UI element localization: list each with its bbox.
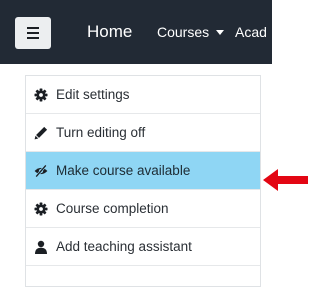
pencil-icon (34, 126, 48, 140)
menu-item-edit-settings[interactable]: Edit settings (26, 76, 260, 114)
nav-courses-dropdown[interactable]: Courses (157, 0, 225, 64)
menu-item-label: Turn editing off (56, 125, 146, 140)
top-navbar: Home Courses Acad (0, 0, 272, 64)
menu-item-label: Make course available (56, 163, 191, 178)
user-icon (35, 240, 47, 254)
menu-item-add-teaching-assistant[interactable]: Add teaching assistant (26, 228, 260, 266)
menu-toggle-button[interactable] (15, 17, 51, 49)
nav-home-link[interactable]: Home (87, 0, 132, 64)
menu-item-turn-editing-off[interactable]: Turn editing off (26, 114, 260, 152)
gear-icon (34, 202, 48, 216)
hamburger-icon (27, 27, 39, 39)
nav-academy-link[interactable]: Acad (235, 0, 267, 64)
menu-item-label: Edit settings (56, 87, 130, 102)
gear-icon (34, 88, 48, 102)
menu-item-course-completion[interactable]: Course completion (26, 190, 260, 228)
caret-down-icon (216, 29, 225, 35)
menu-item-label: Course completion (56, 201, 169, 216)
nav-courses-label: Courses (157, 24, 210, 40)
menu-item-label: Add teaching assistant (56, 239, 192, 254)
course-admin-menu: Edit settings Turn editing off Make cour… (25, 75, 261, 287)
eye-slash-icon (34, 164, 48, 178)
arrow-left-icon (263, 169, 308, 191)
menu-item-make-course-available[interactable]: Make course available (26, 152, 260, 190)
